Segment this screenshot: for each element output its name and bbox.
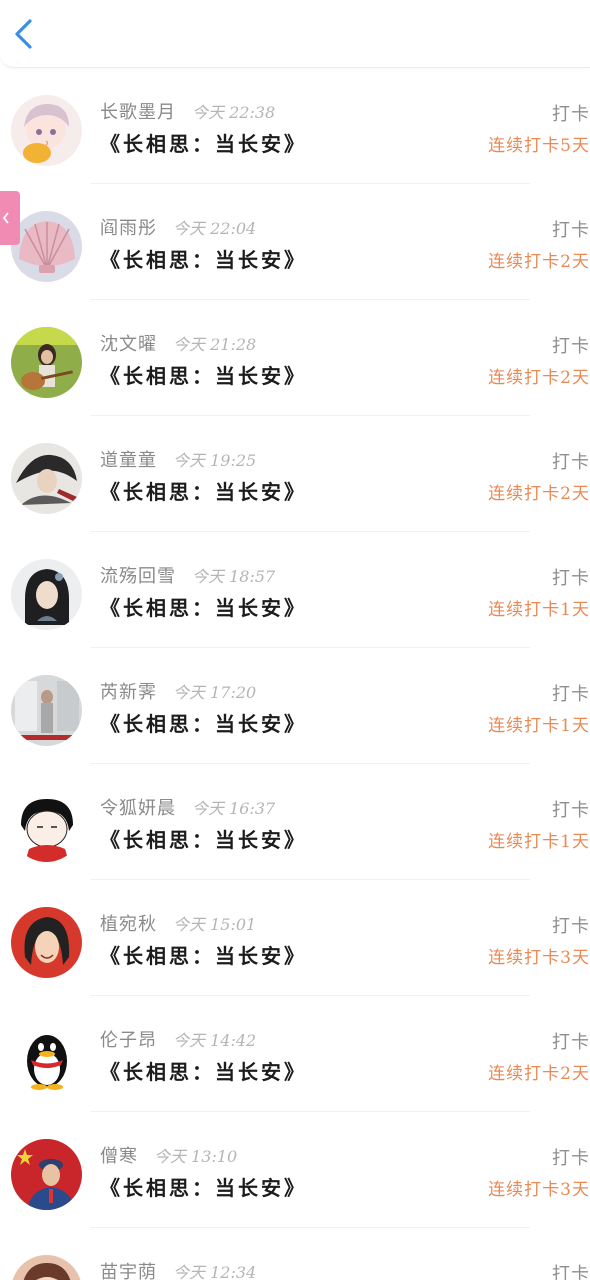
- side-drawer-tab[interactable]: [0, 191, 20, 245]
- book-title[interactable]: 《长相思：当长安》: [100, 592, 307, 621]
- checkin-time: 今天 15:01: [173, 915, 257, 934]
- checkin-label: 打卡: [552, 568, 590, 589]
- list-item[interactable]: 长歌墨月 今天 22:38 《长相思：当长安》 打卡 连续打卡5天: [0, 68, 590, 184]
- book-title[interactable]: 《长相思：当长安》: [100, 1172, 307, 1201]
- book-title[interactable]: 《长相思：当长安》: [100, 1056, 307, 1085]
- anime-boy-avatar[interactable]: [11, 95, 82, 166]
- user-name: 伦子昂: [100, 1030, 157, 1051]
- comic-woman-avatar[interactable]: [11, 907, 82, 978]
- book-title[interactable]: 《长相思：当长安》: [100, 824, 307, 853]
- book-title[interactable]: 《长相思：当长安》: [100, 244, 307, 273]
- user-name: 植宛秋: [100, 914, 157, 935]
- checkin-label: 打卡: [552, 1032, 590, 1053]
- user-name: 沈文曜: [100, 334, 157, 355]
- book-title[interactable]: 《长相思：当长安》: [100, 708, 307, 737]
- checkin-label: 打卡: [552, 1264, 590, 1280]
- user-name: 流殇回雪: [100, 566, 176, 587]
- list-item[interactable]: 植宛秋 今天 15:01 《长相思：当长安》 打卡 连续打卡3天: [0, 880, 590, 996]
- user-name: 长歌墨月: [100, 102, 176, 123]
- checkin-time: 今天 13:10: [154, 1147, 238, 1166]
- checkin-label: 打卡: [552, 220, 590, 241]
- checkin-time: 今天 14:42: [173, 1031, 257, 1050]
- checkin-list: 长歌墨月 今天 22:38 《长相思：当长安》 打卡 连续打卡5天 阎雨彤 今天 2…: [0, 68, 590, 1280]
- checkin-time: 今天 19:25: [173, 451, 257, 470]
- book-title[interactable]: 《长相思：当长安》: [100, 360, 307, 389]
- checkin-label: 打卡: [552, 916, 590, 937]
- user-name: 令狐妍晨: [100, 798, 176, 819]
- streak-label: 连续打卡2天: [488, 368, 590, 388]
- streak-label: 连续打卡1天: [488, 716, 590, 736]
- checkin-label: 打卡: [552, 1148, 590, 1169]
- guitar-girl-avatar[interactable]: [11, 327, 82, 398]
- photo-avatar[interactable]: [11, 675, 82, 746]
- checkin-time: 今天 12:34: [173, 1263, 257, 1280]
- checkin-label: 打卡: [552, 336, 590, 357]
- portrait-avatar[interactable]: [11, 1255, 82, 1280]
- list-item[interactable]: 阎雨彤 今天 22:04 《长相思：当长安》 打卡 连续打卡2天: [0, 184, 590, 300]
- list-item[interactable]: 芮新霁 今天 17:20 《长相思：当长安》 打卡 连续打卡1天: [0, 648, 590, 764]
- streak-label: 连续打卡3天: [488, 948, 590, 968]
- checkin-time: 今天 16:37: [192, 799, 276, 818]
- list-item[interactable]: 沈文曜 今天 21:28 《长相思：当长安》 打卡 连续打卡2天: [0, 300, 590, 416]
- book-title[interactable]: 《长相思：当长安》: [100, 476, 307, 505]
- streak-label: 连续打卡1天: [488, 600, 590, 620]
- streak-label: 连续打卡2天: [488, 484, 590, 504]
- checkin-label: 打卡: [552, 800, 590, 821]
- list-item[interactable]: 道童童 今天 19:25 《长相思：当长安》 打卡 连续打卡2天: [0, 416, 590, 532]
- book-title[interactable]: 《长相思：当长安》: [100, 940, 307, 969]
- book-title[interactable]: 《长相思：当长安》: [100, 128, 307, 157]
- user-name: 僧寒: [100, 1146, 138, 1167]
- checkin-label: 打卡: [552, 684, 590, 705]
- streak-label: 连续打卡2天: [488, 1064, 590, 1084]
- checkin-label: 打卡: [552, 104, 590, 125]
- checkin-time: 今天 17:20: [173, 683, 257, 702]
- checkin-time: 今天 22:38: [192, 103, 276, 122]
- seashell-avatar[interactable]: [11, 211, 82, 282]
- ink-warrior-avatar[interactable]: [11, 443, 82, 514]
- user-name: 道童童: [100, 450, 157, 471]
- list-item[interactable]: 令狐妍晨 今天 16:37 《长相思：当长安》 打卡 连续打卡1天: [0, 764, 590, 880]
- chevron-left-icon: [15, 19, 32, 49]
- list-item[interactable]: 流殇回雪 今天 18:57 《长相思：当长安》 打卡 连续打卡1天: [0, 532, 590, 648]
- ancient-lady-avatar[interactable]: [11, 559, 82, 630]
- list-item[interactable]: 伦子昂 今天 14:42 《长相思：当长安》 打卡 连续打卡2天: [0, 996, 590, 1112]
- checkin-label: 打卡: [552, 452, 590, 473]
- penguin-avatar[interactable]: [11, 1023, 82, 1094]
- user-name: 阎雨彤: [100, 218, 157, 239]
- user-name: 芮新霁: [100, 682, 157, 703]
- checkin-time: 今天 21:28: [173, 335, 257, 354]
- checkin-time: 今天 22:04: [173, 219, 257, 238]
- chevron-left-icon: [2, 212, 9, 224]
- checkin-time: 今天 18:57: [192, 567, 276, 586]
- list-item[interactable]: 僧寒 今天 13:10 《长相思：当长安》 打卡 连续打卡3天: [0, 1112, 590, 1228]
- list-item[interactable]: 苗宇荫 今天 12:34 打卡: [0, 1228, 590, 1280]
- cartoon-face-avatar[interactable]: [11, 791, 82, 862]
- streak-label: 连续打卡3天: [488, 1180, 590, 1200]
- streak-label: 连续打卡1天: [488, 832, 590, 852]
- back-button[interactable]: [8, 14, 44, 54]
- soldier-avatar[interactable]: [11, 1139, 82, 1210]
- streak-label: 连续打卡2天: [488, 252, 590, 272]
- streak-label: 连续打卡5天: [488, 136, 590, 156]
- top-bar: [0, 0, 590, 68]
- user-name: 苗宇荫: [100, 1262, 157, 1280]
